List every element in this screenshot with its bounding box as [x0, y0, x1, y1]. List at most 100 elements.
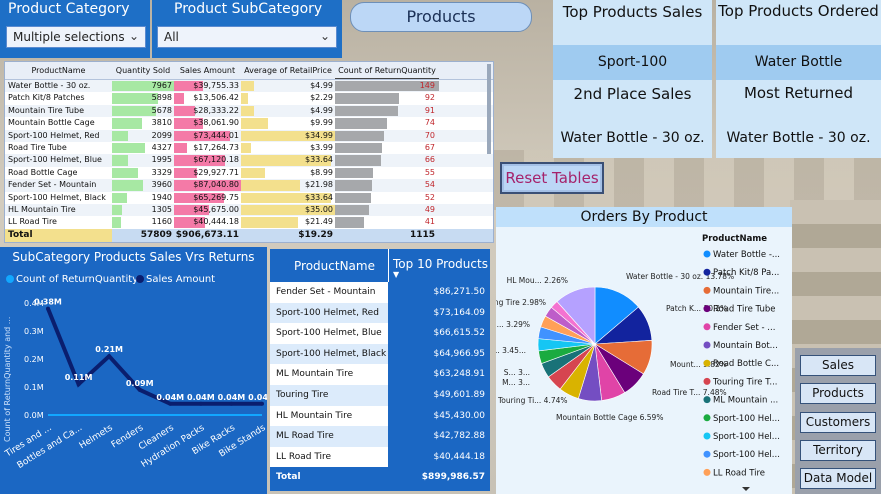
category-slicer[interactable]: Product Category Multiple selections ⌄: [0, 0, 150, 58]
cell-returns-text: 66: [424, 155, 435, 165]
cell-returns: 91: [335, 105, 439, 117]
cell-product-name-text: Sport-100 Helmet, Black: [8, 192, 106, 202]
data-bar: [112, 130, 129, 141]
line-chart-svg: Count of ReturnQuantity Sales Amount Count…: [3, 274, 267, 471]
data-bar: [112, 180, 143, 191]
legend-item: LL Road Tire: [713, 468, 765, 478]
table-row[interactable]: Mountain Tire Tube 5678 $28,333.22 $4.99 91: [5, 104, 493, 118]
table-row[interactable]: ML Mountain Tire $63,248.91: [270, 364, 490, 385]
cell-product-name-text: Road Bottle Cage: [8, 167, 78, 177]
subcategory-slicer-title: Product SubCategory: [174, 1, 323, 17]
legend-marker: [703, 286, 711, 294]
cell-product-name-text: Road Tire Tube: [8, 142, 67, 152]
data-bar: [335, 130, 384, 141]
data-bar: [335, 217, 365, 228]
cell-avg-price: $8.99: [241, 167, 335, 179]
cell-quantity: 1940: [112, 192, 174, 204]
cell-sales-text: $87,040.80: [193, 180, 239, 190]
table-row[interactable]: HL Mountain Tire 1305 $45,675.00 $35.00 49: [5, 203, 493, 217]
cell-avg-price-text: $9.99: [310, 118, 333, 128]
total-avg: $19.29: [298, 229, 333, 240]
table-row[interactable]: Sport-100 Helmet, Blue 1995 $67,120.18 $33.…: [5, 154, 493, 167]
sales-point: [260, 401, 264, 406]
col-header[interactable]: Sales Amount: [174, 62, 241, 79]
cell-returns-text: 41: [424, 217, 435, 227]
cell-returns: 149: [335, 80, 439, 92]
product-metrics-table[interactable]: ProductName Quantity Sold Sales Amount A…: [4, 61, 494, 243]
subcategory-slicer[interactable]: Product SubCategory All ⌄: [152, 0, 342, 58]
legend-item: Road Tire Tube: [713, 305, 775, 315]
table-row[interactable]: Fender Set - Mountain 3960 $87,040.80 $21.9…: [5, 179, 493, 192]
cell-product-name-text: Sport-100 Helmet, Blue: [8, 155, 102, 165]
slice-callout: S... 3...: [504, 368, 530, 377]
nav-sales-button[interactable]: Sales: [800, 355, 876, 376]
col-header[interactable]: Average of RetailPrice: [241, 62, 335, 79]
table-row[interactable]: Touring Tire $49,601.89: [270, 384, 490, 406]
sales-point: [198, 401, 203, 406]
col-header[interactable]: Top 10 Products ▼: [388, 249, 490, 282]
category-dropdown[interactable]: Multiple selections ⌄: [6, 26, 146, 48]
table-row[interactable]: ML Road Tire $42,782.88: [270, 426, 490, 447]
cell-product-name-text: LL Road Tire: [8, 217, 57, 227]
cell-avg-price: $4.99: [241, 80, 335, 92]
top-10-products-table[interactable]: ProductName Top 10 Products ▼ Fender Set…: [270, 249, 490, 491]
chevron-down-icon[interactable]: ⌄: [129, 29, 139, 43]
table-row[interactable]: HL Mountain Tire $45,430.00: [270, 405, 490, 427]
cell-quantity-text: 7967: [151, 81, 172, 90]
cell-product-name: Fender Set - Mountain: [5, 179, 112, 191]
y-tick-label: 0.3M: [24, 327, 44, 336]
table-row[interactable]: Sport-100 Helmet, Red $73,164.09: [270, 302, 490, 324]
table-row[interactable]: Patch Kit/8 Patches 5898 $13,506.42 $2.29 92: [5, 92, 493, 105]
data-bar: [112, 105, 157, 117]
cell-product-name: LL Road Tire: [276, 451, 332, 462]
legend-marker: [703, 250, 711, 258]
col-header[interactable]: Quantity Sold: [112, 62, 174, 79]
cell-top-value: $45,430.00: [388, 405, 490, 427]
cell-product-name: Sport-100 Helmet, Blue: [276, 328, 382, 339]
legend-marker: [703, 341, 711, 349]
table-row[interactable]: Water Bottle - 30 oz. 7967 $39,755.33 $4.99…: [5, 80, 493, 93]
cell-returns: 74: [335, 117, 439, 129]
data-bar: [241, 217, 299, 228]
col-header[interactable]: Count of ReturnQuantity: [335, 62, 439, 79]
col-header[interactable]: ProductName: [5, 62, 112, 79]
scrollbar[interactable]: [487, 64, 491, 154]
subcategory-dropdown[interactable]: All ⌄: [157, 26, 337, 48]
category-value: Multiple selections: [13, 30, 125, 44]
table-row[interactable]: Mountain Bottle Cage 3810 $38,061.90 $9.99 7…: [5, 117, 493, 130]
table-row[interactable]: Road Bottle Cage 3329 $29,927.71 $8.99 55: [5, 166, 493, 180]
cell-sales-text: $38,061.90: [193, 118, 239, 128]
data-bar: [241, 142, 252, 154]
table-header: ProductName Quantity Sold Sales Amount A…: [5, 62, 493, 80]
nav-customers-button[interactable]: Customers: [800, 412, 876, 433]
legend-item: Sport-100 Hel...: [713, 450, 780, 460]
data-bar: [112, 155, 128, 166]
products-page-button[interactable]: Products: [350, 2, 532, 32]
table-row[interactable]: Fender Set - Mountain $86,271.50: [270, 282, 490, 303]
cell-sales-text: $39,755.33: [193, 81, 239, 90]
table-row[interactable]: Sport-100 Helmet, Black $64,966.95: [270, 343, 490, 365]
table-row[interactable]: LL Road Tire $40,444.18: [270, 446, 490, 468]
nav-data-model-button[interactable]: Data Model: [800, 468, 876, 489]
cell-avg-price: $21.49: [241, 216, 335, 228]
table-row[interactable]: Sport-100 Helmet, Black 1940 $65,269.75 $33…: [5, 191, 493, 204]
legend-title: ProductName: [702, 234, 767, 244]
y-tick-label: 0.2M: [24, 355, 44, 364]
table-row[interactable]: Sport-100 Helmet, Blue $66,615.52: [270, 323, 490, 344]
table-row[interactable]: LL Road Tire 1160 $40,444.18 $21.49 41: [5, 216, 493, 229]
col-header[interactable]: ProductName: [270, 249, 388, 282]
cell-product-name-text: Sport-100 Helmet, Red: [8, 130, 100, 140]
sales-series-line: [46, 307, 262, 406]
data-label: 0.04M: [248, 393, 267, 402]
cell-product-name: Water Bottle - 30 oz.: [5, 80, 112, 92]
chevron-down-icon[interactable]: ⌄: [320, 29, 330, 43]
cell-product-name: Sport-100 Helmet, Black: [5, 192, 112, 204]
table-row[interactable]: Sport-100 Helmet, Red 2099 $73,444.01 $34.9…: [5, 129, 493, 142]
nav-products-button[interactable]: Products: [800, 383, 876, 404]
nav-territory-button[interactable]: Territory: [800, 440, 876, 461]
cell-product-name: Touring Tire: [276, 389, 329, 400]
reset-tables-button[interactable]: Reset Tables: [500, 162, 604, 194]
sort-descending-icon[interactable]: ▼: [393, 271, 488, 279]
table-row[interactable]: Road Tire Tube 4327 $17,264.73 $3.99 67: [5, 141, 493, 155]
data-bar: [112, 192, 127, 203]
